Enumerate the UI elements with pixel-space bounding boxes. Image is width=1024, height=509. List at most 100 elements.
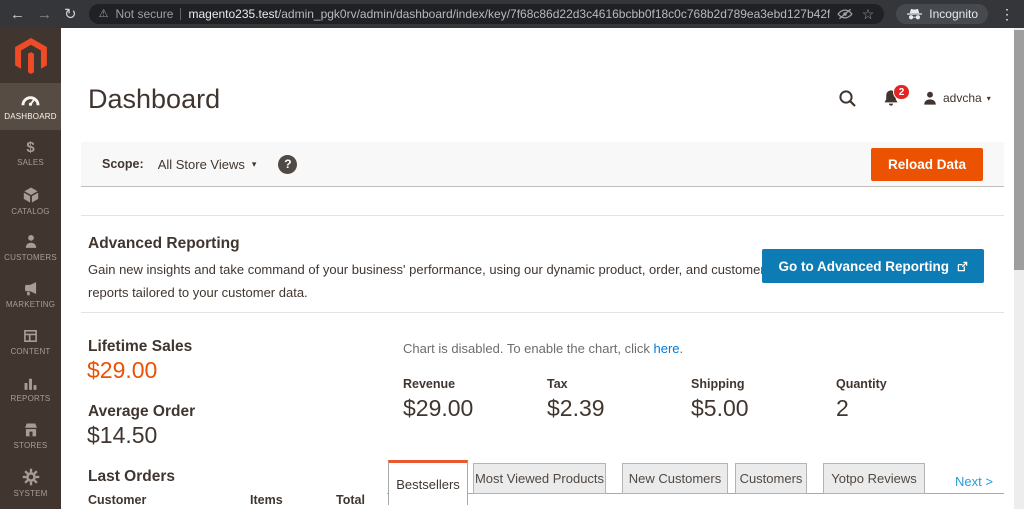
last-orders-column-customer: Customer	[88, 493, 146, 507]
address-bar-divider	[180, 8, 181, 20]
incognito-badge[interactable]: Incognito	[896, 4, 988, 24]
scope-help-icon[interactable]: ?	[278, 155, 297, 174]
sidebar-item-label: STORES	[14, 441, 48, 450]
incognito-icon	[906, 8, 923, 20]
total-shipping: Shipping $5.00	[691, 377, 749, 422]
user-menu-caret-icon: ▾	[987, 94, 991, 103]
browser-toolbar: ← → ↻ ⚠ Not secure magento235.test/admin…	[0, 0, 1024, 28]
url-text[interactable]: magento235.test/admin_pgk0rv/admin/dashb…	[188, 7, 829, 21]
total-revenue: Revenue $29.00	[403, 377, 473, 422]
advanced-reporting-title: Advanced Reporting	[88, 235, 240, 253]
user-avatar-icon	[922, 90, 938, 106]
sidebar-item-label: MARKETING	[6, 300, 55, 309]
bookmark-star-icon[interactable]: ☆	[862, 7, 875, 21]
stores-storefront-icon	[22, 421, 40, 438]
scope-label: Scope:	[102, 157, 144, 171]
browser-forward-icon[interactable]: →	[37, 7, 52, 22]
sidebar-item-marketing[interactable]: MARKETING	[0, 271, 61, 318]
scrollbar-thumb[interactable]	[1014, 30, 1024, 270]
lifetime-sales-label: Lifetime Sales	[88, 338, 192, 356]
advanced-reporting-section: Advanced Reporting Gain new insights and…	[81, 215, 1004, 313]
reload-data-button[interactable]: Reload Data	[871, 148, 983, 181]
sidebar-item-dashboard[interactable]: DASHBOARD	[0, 83, 61, 130]
sidebar-item-label: SALES	[17, 158, 44, 167]
dashboard-gauge-icon	[21, 92, 40, 109]
tab-new-customers[interactable]: New Customers	[622, 463, 728, 494]
sidebar-item-label: DASHBOARD	[4, 112, 56, 121]
average-order-value: $14.50	[87, 422, 157, 449]
sidebar-item-system[interactable]: SYSTEM	[0, 459, 61, 506]
quantity-value: 2	[836, 395, 887, 422]
chart-disabled-notice: Chart is disabled. To enable the chart, …	[403, 341, 683, 356]
last-orders-title: Last Orders	[88, 468, 175, 486]
external-link-icon	[957, 261, 968, 272]
tax-value: $2.39	[547, 395, 605, 422]
eye-slash-icon[interactable]	[837, 8, 853, 20]
store-view-value: All Store Views	[158, 157, 245, 172]
magento-logo[interactable]	[0, 28, 61, 83]
sidebar-item-stores[interactable]: STORES	[0, 412, 61, 459]
tab-most-viewed-products[interactable]: Most Viewed Products	[473, 463, 606, 494]
last-orders-column-total: Total	[336, 493, 365, 507]
catalog-box-icon	[22, 186, 40, 204]
url-domain: magento235.test	[188, 7, 277, 21]
enable-chart-link[interactable]: here	[654, 341, 680, 356]
admin-sidebar: DASHBOARD $ SALES CATALOG CUSTOMERS	[0, 28, 61, 509]
sidebar-item-label: SYSTEM	[13, 489, 47, 498]
browser-back-icon[interactable]: ←	[10, 7, 25, 22]
tab-yotpo-reviews[interactable]: Yotpo Reviews	[823, 463, 925, 494]
quantity-label: Quantity	[836, 377, 887, 391]
total-quantity: Quantity 2	[836, 377, 887, 422]
page-scrollbar[interactable]	[1014, 28, 1024, 509]
incognito-label: Incognito	[929, 7, 978, 21]
tabs-next-link[interactable]: Next >	[955, 474, 993, 489]
lifetime-sales-value: $29.00	[87, 357, 157, 384]
sidebar-item-label: REPORTS	[11, 394, 51, 403]
browser-menu-icon[interactable]: ⋮	[1000, 6, 1014, 23]
page-title: Dashboard	[88, 84, 220, 115]
tax-label: Tax	[547, 377, 605, 391]
tab-customers[interactable]: Customers	[735, 463, 807, 494]
content-layout-icon	[22, 328, 39, 344]
magento-logo-icon	[15, 38, 47, 74]
customers-person-icon	[23, 233, 39, 250]
not-secure-warning-icon: ⚠	[99, 9, 109, 20]
username: advcha	[943, 91, 982, 105]
sidebar-item-catalog[interactable]: CATALOG	[0, 177, 61, 224]
total-tax: Tax $2.39	[547, 377, 605, 422]
screenshot-root: ← → ↻ ⚠ Not secure magento235.test/admin…	[0, 0, 1024, 509]
search-icon[interactable]	[838, 89, 857, 108]
not-secure-label[interactable]: Not secure	[115, 7, 173, 21]
notification-count-badge[interactable]: 2	[893, 84, 910, 100]
sidebar-item-customers[interactable]: CUSTOMERS	[0, 224, 61, 271]
user-menu[interactable]: advcha ▾	[922, 90, 991, 106]
revenue-value: $29.00	[403, 395, 473, 422]
page-actions-bar: Scope: All Store Views ▾ ? Reload Data	[81, 142, 1004, 187]
chart-disabled-text: Chart is disabled. To enable the chart, …	[403, 341, 654, 356]
shipping-value: $5.00	[691, 395, 749, 422]
advanced-reporting-button-label: Go to Advanced Reporting	[778, 259, 949, 274]
chart-disabled-suffix: .	[680, 341, 684, 356]
sales-dollar-icon: $	[26, 140, 34, 155]
advanced-reporting-description: Gain new insights and take command of yo…	[88, 259, 788, 305]
revenue-label: Revenue	[403, 377, 473, 391]
sidebar-item-content[interactable]: CONTENT	[0, 318, 61, 365]
sidebar-item-sales[interactable]: $ SALES	[0, 130, 61, 177]
sidebar-item-label: CONTENT	[10, 347, 50, 356]
tab-bestsellers[interactable]: Bestsellers	[388, 460, 468, 505]
reports-chart-icon	[22, 375, 39, 391]
last-orders-column-items: Items	[250, 493, 283, 507]
browser-refresh-icon[interactable]: ↻	[64, 7, 77, 22]
sidebar-item-label: CATALOG	[11, 207, 49, 216]
url-path: /admin_pgk0rv/admin/dashboard/index/key/…	[278, 7, 830, 21]
marketing-megaphone-icon	[22, 280, 40, 297]
sidebar-item-reports[interactable]: REPORTS	[0, 365, 61, 412]
shipping-label: Shipping	[691, 377, 749, 391]
address-bar[interactable]: ⚠ Not secure magento235.test/admin_pgk0r…	[89, 4, 885, 24]
store-view-caret-icon: ▾	[252, 159, 257, 170]
system-gear-icon	[22, 468, 40, 486]
go-to-advanced-reporting-button[interactable]: Go to Advanced Reporting	[762, 249, 984, 283]
average-order-label: Average Order	[88, 403, 195, 421]
sidebar-item-label: CUSTOMERS	[4, 253, 57, 262]
store-view-switcher[interactable]: All Store Views ▾	[158, 157, 257, 172]
